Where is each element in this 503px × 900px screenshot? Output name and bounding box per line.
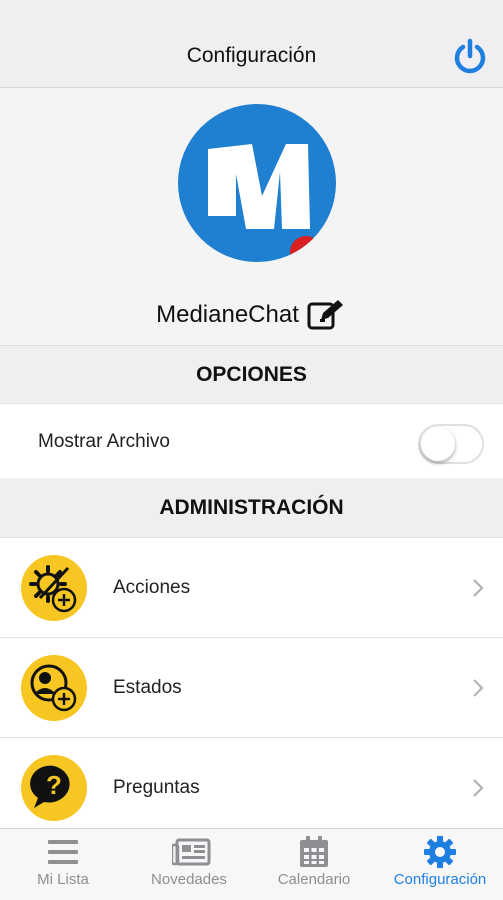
tab-mi-lista[interactable]: Mi Lista (0, 829, 126, 900)
toggle-knob (421, 427, 455, 461)
menu-item-estados[interactable]: Estados (0, 638, 503, 738)
chevron-right-icon (471, 576, 485, 600)
toggle-row-mostrar-archivo: Mostrar Archivo (0, 404, 503, 478)
tab-novedades[interactable]: Novedades (126, 829, 252, 900)
toggle-label: Mostrar Archivo (38, 431, 170, 452)
profile-name-row: MedianeChat (0, 295, 503, 335)
menu-label-estados: Estados (113, 677, 182, 698)
mostrar-archivo-toggle[interactable] (418, 424, 484, 464)
gear-icon (423, 835, 457, 869)
tab-label: Configuración (393, 871, 487, 888)
chevron-right-icon (471, 676, 485, 700)
header-bar: Configuración (0, 0, 503, 88)
menu-item-acciones[interactable]: Acciones (0, 538, 503, 638)
question-icon: ? (20, 754, 88, 822)
tab-bar: Mi Lista Novedades Calendario Configurac… (0, 828, 503, 900)
users-plus-icon (20, 654, 88, 722)
tab-label: Calendario (277, 871, 351, 888)
svg-text:?: ? (46, 770, 62, 800)
calendar-icon (297, 835, 331, 869)
tab-label: Mi Lista (37, 871, 89, 888)
page-title: Configuración (186, 44, 317, 67)
news-icon (170, 835, 211, 869)
tab-calendario[interactable]: Calendario (251, 829, 377, 900)
tab-label: Novedades (151, 871, 227, 888)
chevron-right-icon (471, 776, 485, 800)
avatar[interactable] (178, 104, 336, 262)
section-header-administracion: ADMINISTRACIÓN (0, 478, 503, 538)
tab-configuracion[interactable]: Configuración (377, 829, 503, 900)
profile-name: MedianeChat (156, 301, 299, 328)
gear-plus-icon (20, 554, 88, 622)
edit-icon[interactable] (307, 298, 347, 332)
profile-section: MedianeChat (0, 88, 503, 346)
menu-label-acciones: Acciones (113, 577, 191, 598)
list-icon (46, 835, 80, 869)
menu-item-preguntas[interactable]: ? Preguntas (0, 738, 503, 828)
power-icon[interactable] (451, 38, 489, 76)
section-header-opciones: OPCIONES (0, 346, 503, 404)
menu-label-preguntas: Preguntas (113, 777, 200, 798)
